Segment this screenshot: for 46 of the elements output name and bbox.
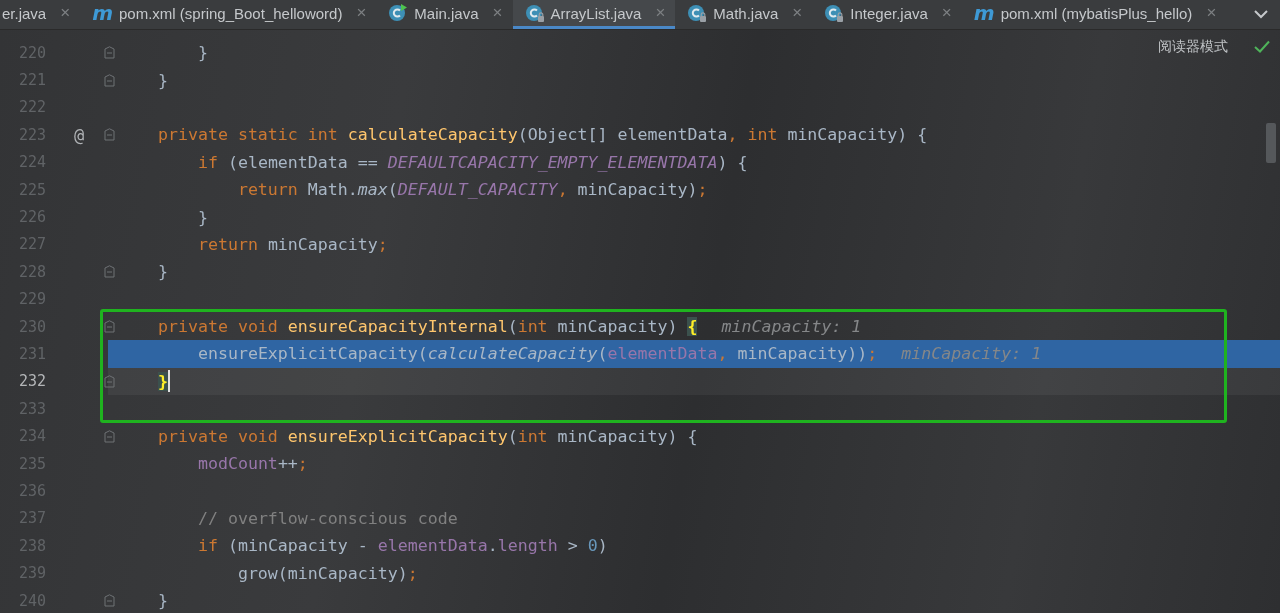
class-icon [687, 3, 708, 23]
code-line: private static int calculateCapacity(Object[] elementData, int minCapacity) { [156, 125, 928, 145]
fold-icon[interactable] [104, 429, 115, 443]
fold-icon[interactable] [104, 73, 115, 87]
code-line: modCount++; [196, 454, 308, 474]
text-cursor [167, 370, 170, 393]
code-line: private void ensureExplicitCapacity(int minCapacity) { [156, 426, 698, 446]
editor-tab[interactable]: Integer.java × [812, 0, 962, 29]
class-icon [524, 3, 545, 23]
fold-icon[interactable] [104, 594, 115, 607]
editor-tab[interactable]: er.java × [0, 0, 81, 29]
code-line: } [196, 207, 208, 227]
code-line: return minCapacity; [196, 234, 388, 254]
code-line: ensureExplicitCapacity(calculateCapacity(elementData, minCapacity)); [196, 344, 878, 364]
editor-tab[interactable]: Main.java × [376, 0, 513, 29]
check-icon [1254, 40, 1270, 53]
fold-icon[interactable] [104, 320, 115, 334]
maven-icon: m [973, 3, 995, 23]
gutter-marker[interactable]: @ [74, 124, 85, 145]
code-line: // overflow-conscious code [196, 508, 458, 528]
editor-tab[interactable]: ArrayList.java × [512, 0, 676, 29]
class-icon [824, 3, 845, 23]
code-line: return Math.max(DEFAULT_CAPACITY, minCapacity); [236, 180, 708, 200]
code-line: } [196, 43, 208, 63]
code-line: grow(minCapacity); [236, 563, 418, 583]
chevron-down-icon[interactable] [1254, 10, 1268, 19]
line-number: 232 [17, 372, 46, 391]
code-line: } [156, 70, 168, 90]
fold-icon[interactable] [104, 374, 115, 388]
maven-icon: m [92, 3, 113, 23]
code-line: } [156, 591, 168, 610]
editor-tab[interactable]: m pom.xml (spring_Boot_helloword) × [80, 0, 377, 29]
code-line: } [156, 262, 168, 282]
scrollbar-thumb[interactable] [1266, 123, 1276, 163]
fold-icon[interactable] [104, 265, 115, 279]
editor-tab[interactable]: Math.java × [675, 0, 813, 29]
code-line: if (minCapacity - elementData.length > 0) [196, 536, 608, 556]
fold-icon[interactable] [104, 46, 115, 60]
class-icon [388, 3, 409, 23]
inlay-hint: minCapacity: 1 [721, 317, 862, 337]
code-line: private void ensureCapacityInternal(int minCapacity) { [156, 317, 698, 337]
editor-tab[interactable]: m pom.xml (mybatisPlus_hello) × [961, 0, 1227, 29]
inlay-hint: minCapacity: 1 [901, 344, 1042, 364]
reader-mode-link[interactable]: 阅读器模式 [1158, 38, 1228, 56]
fold-icon[interactable] [104, 128, 115, 142]
code-line: if (elementData == DEFAULTCAPACITY_EMPTY_ELEMENTDATA) { [196, 152, 748, 172]
